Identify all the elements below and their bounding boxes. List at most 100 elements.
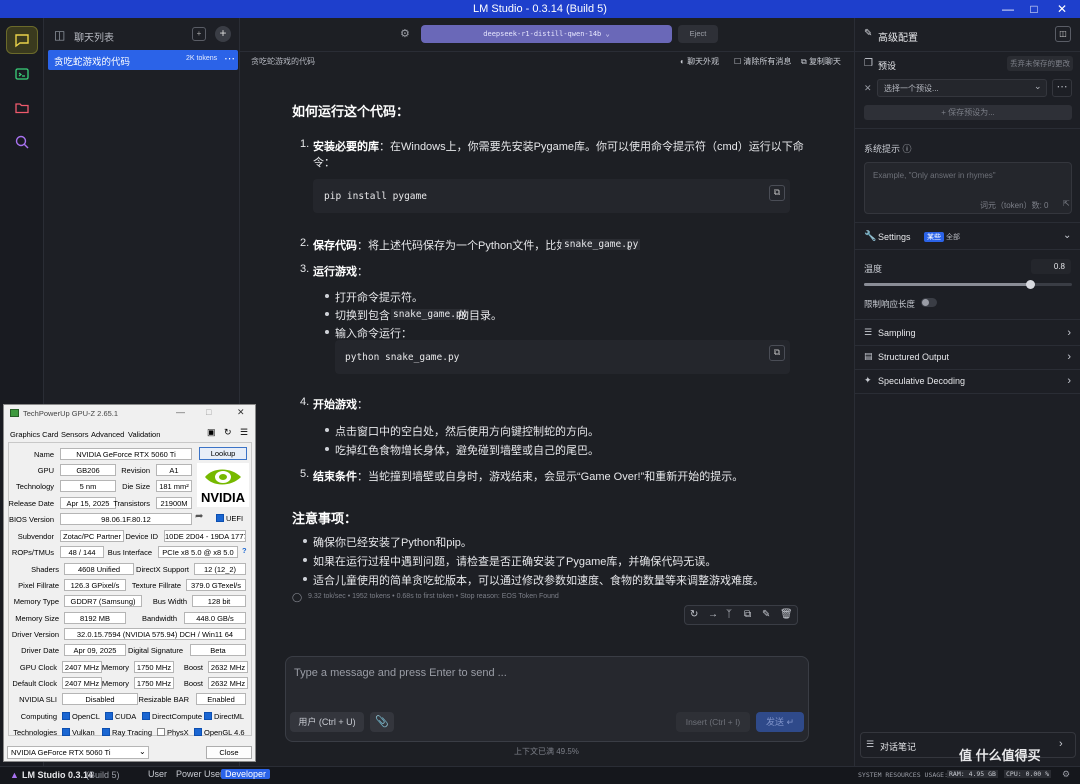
appearance-button[interactable]: ◐ 聊天外观	[680, 56, 719, 67]
chat-item-more-icon[interactable]: ⋯	[224, 52, 235, 65]
gpuz-technology-value: 5 nm	[60, 480, 116, 492]
wrench-icon: ✎	[864, 28, 873, 39]
chat-list-item-active[interactable]: 贪吃蛇游戏的代码 2K tokens ⋯	[48, 50, 238, 70]
chat-title: 贪吃蛇游戏的代码	[251, 57, 315, 66]
copy-code-icon[interactable]: ⧉	[769, 185, 785, 201]
step-number: 1.	[300, 138, 310, 150]
mode-power-user-tab[interactable]: Power User	[172, 769, 227, 779]
chevron-right-icon: ›	[1067, 351, 1071, 363]
structured-output-section[interactable]: ▤ Structured Output ›	[855, 346, 1080, 368]
gpuz-gpu-select[interactable]: NVIDIA GeForce RTX 5060 Ti ⌄	[7, 746, 149, 759]
clear-preset-icon[interactable]: ✕	[864, 83, 872, 94]
settings-all-tab[interactable]: 全部	[946, 232, 960, 242]
section-heading: 如何运行这个代码：	[292, 104, 410, 119]
gpuz-label: Boost	[183, 679, 203, 688]
save-preset-button[interactable]: + 保存预设为...	[864, 105, 1072, 120]
gpuz-label: Memory Size	[15, 614, 59, 623]
share-icon[interactable]: ➦	[195, 511, 203, 522]
settings-badge[interactable]: 某些	[924, 232, 944, 242]
temperature-slider-thumb[interactable]	[1026, 280, 1036, 289]
gpuz-label: NVIDIA SLI	[19, 695, 57, 704]
message-composer[interactable]: Type a message and press Enter to send .…	[285, 656, 809, 742]
gpuz-gpu-value: GB206	[60, 464, 116, 476]
maximize-button[interactable]: □	[1022, 0, 1046, 18]
folder-nav-button[interactable]	[6, 94, 38, 122]
app-build: (Build 5)	[86, 770, 120, 780]
clear-messages-button[interactable]: ☐ 清除所有消息	[734, 56, 791, 67]
copy-icon[interactable]: ⧉	[744, 609, 751, 620]
gpuz-maximize-button[interactable]: □	[206, 407, 211, 417]
discard-changes-button[interactable]: 丢弃未保存的更改	[1007, 56, 1073, 71]
sampling-section[interactable]: ☰ Sampling ›	[855, 322, 1080, 344]
close-button[interactable]: ✕	[1050, 0, 1074, 18]
limit-response-label: 限制响应长度	[864, 299, 916, 309]
chat-list-header: 聊天列表	[74, 33, 114, 44]
regenerate-icon[interactable]: ↻	[690, 609, 698, 620]
bullet	[325, 294, 329, 298]
expand-icon[interactable]: ⇱	[1063, 199, 1070, 208]
search-icon	[15, 135, 29, 149]
camera-icon[interactable]: ▣	[207, 427, 216, 438]
menu-icon[interactable]: ☰	[240, 427, 248, 438]
gpuz-bios-value: 98.06.1F.80.12	[60, 513, 192, 525]
temperature-input[interactable]: 0.8	[1031, 259, 1071, 274]
copy-code-icon[interactable]: ⧉	[769, 345, 785, 361]
gpuz-label: Driver Version	[11, 630, 59, 639]
continue-icon[interactable]: →	[708, 609, 718, 620]
new-chat-button[interactable]: +	[215, 26, 231, 42]
terminal-nav-button[interactable]	[6, 60, 38, 88]
gpuz-tab-graphics-card[interactable]: Graphics Card	[10, 430, 58, 439]
sidebar-toggle-icon[interactable]: ◫	[54, 28, 65, 42]
mode-user-tab[interactable]: User	[144, 769, 171, 779]
settings-section-header[interactable]: 🔧 Settings 某些 全部 ⌄	[855, 227, 1080, 247]
gpuz-tab-advanced[interactable]: Advanced	[91, 430, 124, 439]
gpuz-raytracing-checkbox: Ray Tracing	[102, 728, 152, 738]
minimize-button[interactable]: —	[996, 0, 1020, 18]
chat-item-title: 贪吃蛇游戏的代码	[54, 57, 131, 68]
new-folder-icon[interactable]: +	[192, 27, 206, 41]
insert-button[interactable]: Insert (Ctrl + I)	[676, 712, 750, 732]
search-nav-button[interactable]	[6, 128, 38, 156]
advanced-config-panel: ✎ 高级配置 ◫ ❐ 预设 丢弃未保存的更改 ✕ 选择一个预设... ⌄ ⋯ +…	[854, 18, 1080, 766]
gpuz-digital-signature-value: Beta	[190, 644, 246, 656]
chat-nav-button[interactable]	[6, 26, 38, 54]
eject-button[interactable]: Eject	[678, 25, 718, 43]
speculative-decoding-section[interactable]: ✦ Speculative Decoding ›	[855, 370, 1080, 392]
section-heading: 注意事项：	[292, 511, 358, 526]
gpuz-lookup-button[interactable]: Lookup	[199, 447, 247, 460]
chat-item-tokens: 2K tokens	[186, 55, 218, 62]
bullet	[303, 539, 307, 543]
role-user-button[interactable]: 用户 (Ctrl + U)	[290, 712, 364, 732]
gpuz-minimize-button[interactable]: —	[176, 407, 185, 417]
bullet-text: 打开命令提示符。	[335, 292, 423, 304]
send-button[interactable]: 发送 ↵	[756, 712, 804, 732]
system-prompt-input[interactable]: Example, "Only answer in rhymes" 词元（toke…	[864, 162, 1072, 214]
model-settings-icon[interactable]: ⚙	[400, 27, 410, 40]
mode-developer-tab[interactable]: Developer	[221, 769, 271, 779]
delete-icon[interactable]: 🗑	[780, 609, 793, 620]
model-selector[interactable]: deepseek-r1-distill-qwen-14b ⌄	[421, 25, 672, 43]
preset-select[interactable]: 选择一个预设... ⌄	[877, 79, 1047, 97]
gpuz-directcompute-checkbox: DirectCompute	[142, 712, 202, 722]
gpuz-driver-version-value: 32.0.15.7594 (NVIDIA 575.94) DCH / Win11…	[64, 628, 246, 640]
branch-icon[interactable]: ᛉ	[726, 609, 732, 620]
help-icon[interactable]: ?	[242, 546, 247, 555]
message-input[interactable]: Type a message and press Enter to send .…	[294, 667, 507, 679]
gpuz-tab-sensors[interactable]: Sensors	[61, 430, 89, 439]
gpuz-close-btn[interactable]: Close	[206, 746, 252, 759]
gpuz-device-id-value: 10DE 2D04 - 19DA 1777	[164, 530, 246, 542]
gpuz-tab-validation[interactable]: Validation	[128, 430, 160, 439]
attach-icon[interactable]: 📎	[370, 712, 394, 732]
gpuz-texture-fillrate-value: 379.0 GTexel/s	[186, 579, 246, 591]
limit-response-toggle[interactable]	[921, 298, 937, 307]
refresh-icon[interactable]: ↻	[224, 427, 232, 438]
edit-icon[interactable]: ✎	[762, 609, 770, 620]
preset-more-icon[interactable]: ⋯	[1052, 79, 1072, 97]
collapse-panel-icon[interactable]: ◫	[1055, 26, 1071, 42]
gpuz-label: GPU	[37, 466, 54, 475]
settings-gear-icon[interactable]: ⚙	[1062, 769, 1070, 780]
gpuz-close-button[interactable]: ✕	[237, 407, 245, 418]
temperature-slider[interactable]	[864, 280, 1072, 289]
duplicate-chat-button[interactable]: ⧉ 复制聊天	[801, 56, 841, 67]
bullet	[303, 558, 307, 562]
